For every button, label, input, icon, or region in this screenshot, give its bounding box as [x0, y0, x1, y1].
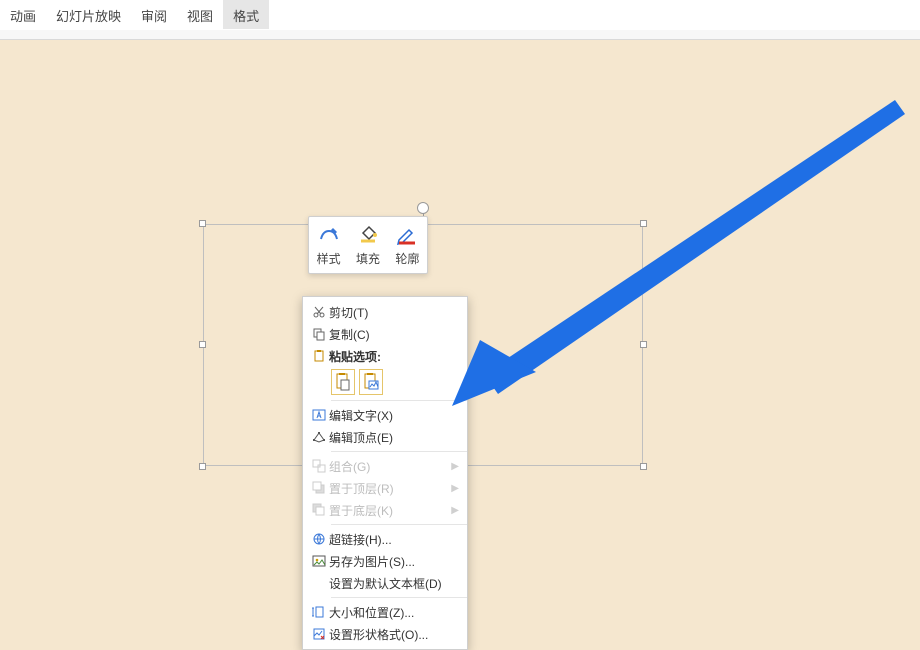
- menu-separator: [331, 400, 467, 401]
- paint-bucket-icon: [357, 224, 379, 246]
- menu-hyperlink[interactable]: 超链接(H)...: [303, 528, 467, 550]
- paste-keep-source-button[interactable]: [331, 369, 355, 395]
- rotate-handle[interactable]: [417, 202, 429, 214]
- tab-format[interactable]: 格式: [223, 0, 269, 29]
- context-menu: 剪切(T) 复制(C) 粘贴选项: 编辑文字: [302, 296, 468, 650]
- menu-size-position[interactable]: 大小和位置(Z)...: [303, 601, 467, 623]
- menu-edit-points-label: 编辑顶点(E): [329, 429, 459, 446]
- tab-review[interactable]: 审阅: [131, 0, 177, 29]
- menu-set-default-textbox[interactable]: 设置为默认文本框(D): [303, 572, 467, 594]
- edit-text-icon: [309, 408, 329, 422]
- paste-as-picture-button[interactable]: [359, 369, 383, 395]
- paste-options-row: [303, 367, 467, 397]
- menu-format-shape[interactable]: 设置形状格式(O)...: [303, 623, 467, 645]
- copy-icon: [309, 327, 329, 341]
- menu-save-as-picture-label: 另存为图片(S)...: [329, 553, 459, 570]
- group-icon: [309, 459, 329, 473]
- edit-points-icon: [309, 430, 329, 444]
- resize-handle[interactable]: [199, 341, 206, 348]
- format-shape-icon: [309, 627, 329, 641]
- tab-view[interactable]: 视图: [177, 0, 223, 29]
- menu-size-position-label: 大小和位置(Z)...: [329, 604, 459, 621]
- menu-format-shape-label: 设置形状格式(O)...: [329, 626, 459, 643]
- menu-copy[interactable]: 复制(C): [303, 323, 467, 345]
- send-back-icon: [309, 503, 329, 517]
- menu-cut-label: 剪切(T): [329, 304, 459, 321]
- menu-bring-front-label: 置于顶层(R): [329, 480, 451, 497]
- submenu-arrow-icon: ▶: [451, 461, 459, 472]
- menu-bring-front: 置于顶层(R) ▶: [303, 477, 467, 499]
- menu-group-label: 组合(G): [329, 458, 451, 475]
- mini-style-button[interactable]: 样式: [309, 217, 348, 273]
- mini-fill-label: 填充: [356, 250, 380, 267]
- picture-icon: [309, 554, 329, 568]
- clipboard-icon: [309, 349, 329, 363]
- menu-group: 组合(G) ▶: [303, 455, 467, 477]
- clipboard-picture-icon: [363, 372, 379, 392]
- bring-front-icon: [309, 481, 329, 495]
- mini-toolbar: 样式 填充 轮廓: [308, 216, 428, 274]
- clipboard-paste-icon: [335, 372, 351, 392]
- menu-edit-points[interactable]: 编辑顶点(E): [303, 426, 467, 448]
- mini-fill-button[interactable]: 填充: [348, 217, 387, 273]
- tab-slideshow[interactable]: 幻灯片放映: [46, 0, 131, 29]
- resize-handle[interactable]: [199, 463, 206, 470]
- menu-cut[interactable]: 剪切(T): [303, 301, 467, 323]
- slide-canvas[interactable]: 样式 填充 轮廓 剪切(T) 复制(C): [0, 40, 920, 623]
- menu-separator: [331, 524, 467, 525]
- resize-handle[interactable]: [640, 220, 647, 227]
- resize-handle[interactable]: [640, 341, 647, 348]
- submenu-arrow-icon: ▶: [451, 505, 459, 516]
- menu-edit-text-label: 编辑文字(X): [329, 407, 459, 424]
- menu-paste-options-label: 粘贴选项:: [329, 348, 459, 365]
- resize-handle[interactable]: [640, 463, 647, 470]
- mini-outline-button[interactable]: 轮廓: [388, 217, 427, 273]
- menu-separator: [331, 451, 467, 452]
- size-position-icon: [309, 605, 329, 619]
- submenu-arrow-icon: ▶: [451, 483, 459, 494]
- mini-outline-label: 轮廓: [395, 250, 419, 267]
- scissors-icon: [309, 305, 329, 319]
- shape-style-icon: [318, 224, 340, 246]
- ribbon-tabbar: 动画 幻灯片放映 审阅 视图 格式: [0, 0, 920, 30]
- menu-send-back-label: 置于底层(K): [329, 502, 451, 519]
- hyperlink-icon: [309, 532, 329, 546]
- menu-hyperlink-label: 超链接(H)...: [329, 531, 459, 548]
- tab-animation[interactable]: 动画: [0, 0, 46, 29]
- menu-edit-text[interactable]: 编辑文字(X): [303, 404, 467, 426]
- menu-set-default-textbox-label: 设置为默认文本框(D): [329, 575, 459, 592]
- menu-copy-label: 复制(C): [329, 326, 459, 343]
- menu-send-back: 置于底层(K) ▶: [303, 499, 467, 521]
- pen-outline-icon: [396, 224, 418, 246]
- menu-separator: [331, 597, 467, 598]
- menu-paste-options: 粘贴选项:: [303, 345, 467, 367]
- ribbon-strip: [0, 30, 920, 40]
- resize-handle[interactable]: [199, 220, 206, 227]
- menu-save-as-picture[interactable]: 另存为图片(S)...: [303, 550, 467, 572]
- mini-style-label: 样式: [317, 250, 341, 267]
